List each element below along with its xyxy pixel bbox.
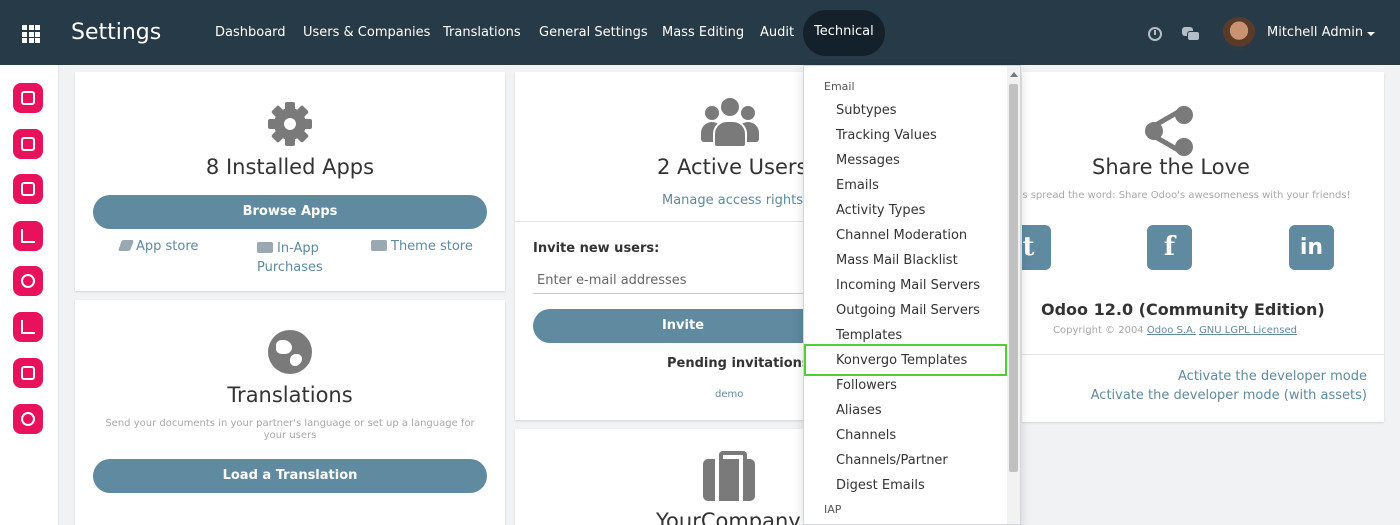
users-icon — [701, 96, 759, 148]
copyright-line: Copyright © 2004 Odoo S.A. GNU LGPL Lice… — [1053, 325, 1297, 336]
app-grid-icon[interactable] — [22, 25, 40, 43]
installed-apps-title: 8 Installed Apps — [205, 155, 375, 179]
invite-email-input[interactable]: Enter e-mail addresses — [533, 270, 823, 294]
menu-item-incoming-mail-servers[interactable]: Incoming Mail Servers — [836, 278, 980, 293]
technical-dropdown-menu: Email Subtypes Tracking Values Messages … — [803, 65, 1021, 525]
translations-title: Translations — [227, 383, 353, 407]
menu-translations[interactable]: Translations — [443, 25, 521, 40]
user-avatar[interactable] — [1222, 17, 1256, 51]
purchase-icon[interactable] — [13, 358, 43, 388]
messages-chat-icon[interactable] — [1182, 27, 1200, 41]
menu-item-channels[interactable]: Channels — [836, 428, 896, 443]
active-users-title: 2 Active Users — [657, 155, 808, 179]
in-app-purchases-link[interactable]: In-App Purchases — [257, 239, 329, 277]
menu-item-konvergo-templates[interactable]: Konvergo Templates — [836, 353, 967, 368]
calendar-icon[interactable] — [13, 129, 43, 159]
divider — [1022, 354, 1384, 355]
gear-icon — [268, 102, 312, 146]
rocket-icon — [117, 240, 135, 251]
invoicing-icon[interactable] — [13, 266, 43, 296]
dropdown-header-iap: IAP — [824, 503, 842, 516]
image-icon — [371, 240, 387, 251]
odoo-sa-link[interactable]: Odoo S.A. — [1147, 325, 1196, 336]
settings-icon[interactable] — [13, 404, 43, 434]
pending-user-link[interactable]: demo — [715, 389, 743, 400]
menu-item-channel-moderation[interactable]: Channel Moderation — [836, 228, 967, 243]
divider — [515, 221, 815, 222]
company-card: YourCompany — [515, 429, 815, 525]
share-title: Share the Love — [1092, 155, 1250, 179]
menu-audit[interactable]: Audit — [760, 25, 794, 40]
menu-item-tracking-values[interactable]: Tracking Values — [836, 128, 937, 143]
scrollbar-thumb[interactable] — [1009, 84, 1018, 472]
menu-item-activity-types[interactable]: Activity Types — [836, 203, 925, 218]
briefcase-icon — [703, 451, 755, 501]
globe-icon — [268, 330, 312, 374]
user-menu-name[interactable]: Mitchell Admin — [1267, 25, 1363, 40]
invite-label: Invite new users: — [533, 241, 660, 256]
invite-button[interactable]: Invite — [533, 309, 833, 343]
menu-mass-editing[interactable]: Mass Editing — [662, 25, 744, 40]
translations-description: Send your documents in your partner's la… — [105, 418, 475, 441]
active-users-card: 2 Active Users Manage access rights Invi… — [515, 72, 833, 420]
crm-icon[interactable] — [13, 221, 43, 251]
menu-general-settings[interactable]: General Settings — [539, 25, 648, 40]
company-title: YourCompany — [656, 509, 801, 525]
money-icon — [257, 242, 273, 253]
theme-store-label: Theme store — [391, 239, 473, 254]
activate-dev-mode-assets-link[interactable]: Activate the developer mode (with assets… — [1091, 388, 1367, 403]
app-store-link[interactable]: App store — [117, 239, 199, 254]
installed-apps-card: 8 Installed Apps Browse Apps App store I… — [75, 72, 505, 291]
menu-users-companies[interactable]: Users & Companies — [303, 25, 430, 40]
dropdown-header-email: Email — [824, 80, 855, 93]
browse-apps-button[interactable]: Browse Apps — [93, 195, 487, 229]
menu-item-mass-mail-blacklist[interactable]: Mass Mail Blacklist — [836, 253, 958, 268]
app-sidebar — [0, 65, 59, 525]
pending-invitations-label: Pending invitations: — [667, 356, 815, 371]
twitter-icon[interactable]: t — [1022, 225, 1051, 270]
app-store-label: App store — [136, 239, 199, 254]
translations-card: Translations Send your documents in your… — [75, 300, 505, 525]
manage-access-rights-link[interactable]: Manage access rights — [662, 193, 803, 208]
menu-item-followers[interactable]: Followers — [836, 378, 897, 393]
menu-item-subtypes[interactable]: Subtypes — [836, 103, 897, 118]
menu-item-digest-emails[interactable]: Digest Emails — [836, 478, 925, 493]
load-translation-button[interactable]: Load a Translation — [93, 459, 487, 493]
app-title: Settings — [71, 20, 162, 45]
menu-item-aliases[interactable]: Aliases — [836, 403, 882, 418]
contacts-icon[interactable] — [13, 174, 43, 204]
share-card: Share the Love us spread the word: Share… — [1022, 72, 1384, 422]
activity-clock-icon[interactable] — [1148, 27, 1162, 41]
scroll-up-arrow-icon[interactable] — [1010, 72, 1018, 77]
share-subtitle: us spread the word: Share Odoo's awesome… — [1022, 190, 1351, 201]
chevron-down-icon[interactable] — [1367, 32, 1375, 36]
facebook-icon[interactable]: f — [1147, 225, 1192, 270]
discuss-icon[interactable] — [13, 83, 43, 113]
menu-item-messages[interactable]: Messages — [836, 153, 900, 168]
menu-item-channels-partner[interactable]: Channels/Partner — [836, 453, 948, 468]
share-icon — [1145, 106, 1195, 156]
theme-store-link[interactable]: Theme store — [371, 239, 473, 254]
menu-item-outgoing-mail-servers[interactable]: Outgoing Mail Servers — [836, 303, 980, 318]
activate-dev-mode-link[interactable]: Activate the developer mode — [1178, 369, 1367, 384]
menu-technical[interactable]: Technical — [803, 10, 885, 56]
menu-item-emails[interactable]: Emails — [836, 178, 879, 193]
menu-item-templates[interactable]: Templates — [836, 328, 902, 343]
menu-dashboard[interactable]: Dashboard — [215, 25, 286, 40]
copyright-text: Copyright © 2004 — [1053, 325, 1144, 336]
sales-icon[interactable] — [13, 312, 43, 342]
linkedin-icon[interactable]: in — [1289, 225, 1334, 270]
top-navbar: Settings Dashboard Users & Companies Tra… — [0, 0, 1400, 65]
odoo-version: Odoo 12.0 (Community Edition) — [1041, 300, 1325, 319]
license-link[interactable]: GNU LGPL Licensed — [1199, 325, 1297, 336]
